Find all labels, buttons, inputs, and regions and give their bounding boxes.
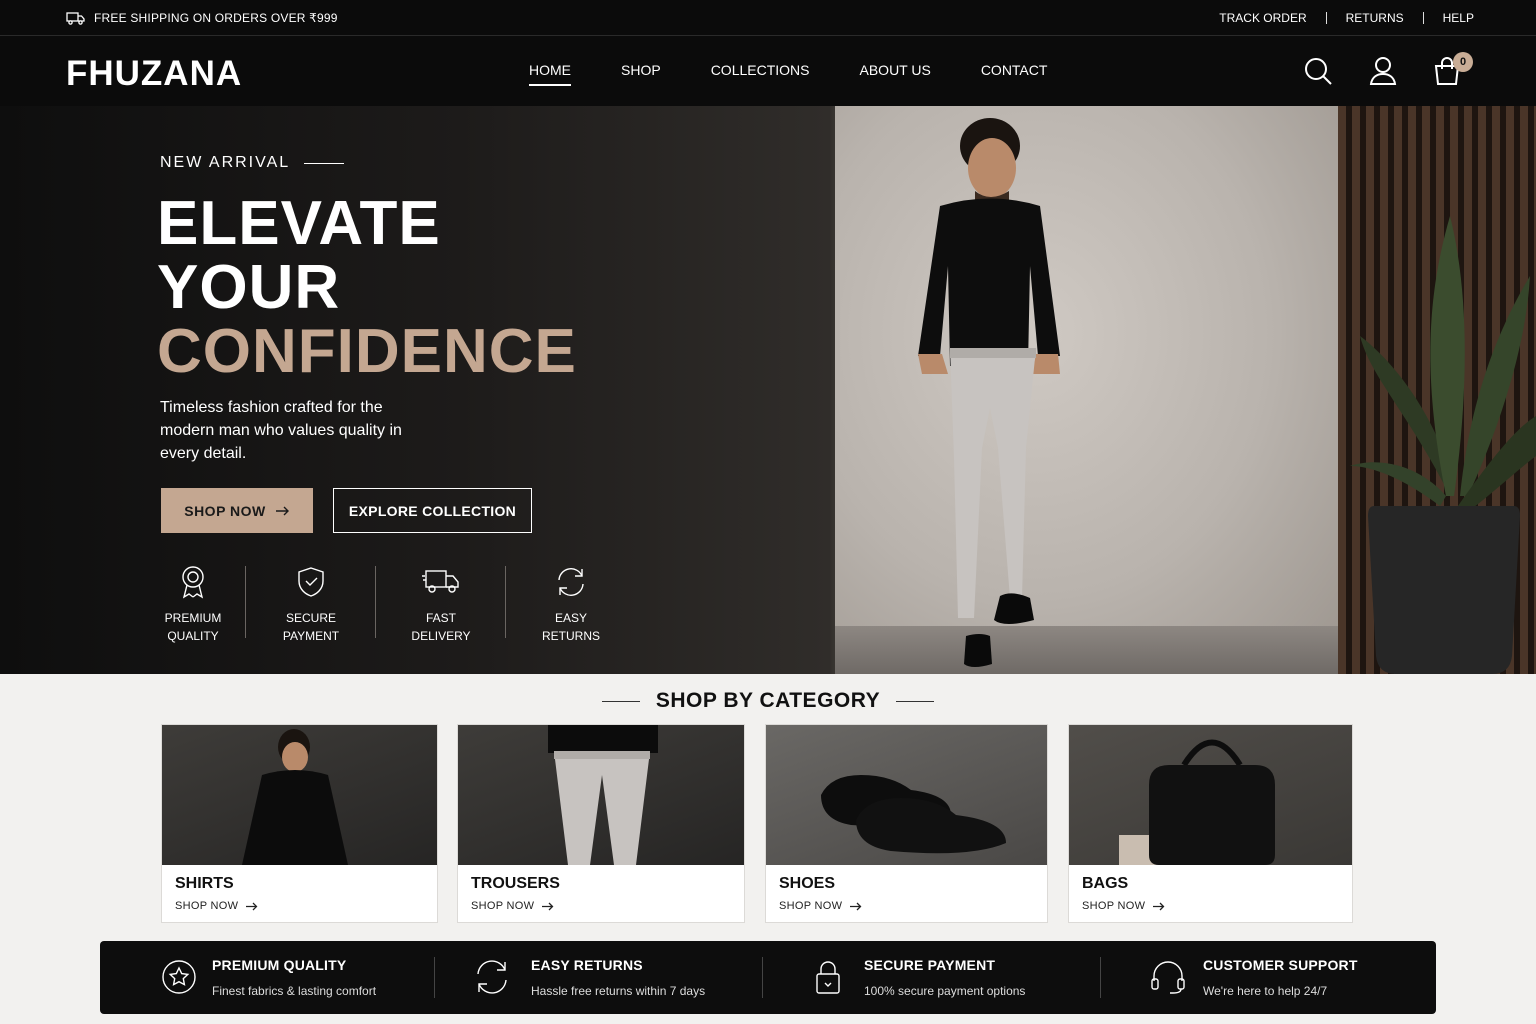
shop-now-link[interactable]: SHOP NOW (779, 900, 862, 912)
category-card-bags[interactable]: BAGS SHOP NOW (1068, 724, 1353, 923)
benefit-title: EASY RETURNS (531, 957, 643, 973)
trousers-image (458, 725, 744, 865)
feature-fast-delivery: FAST DELIVERY (376, 564, 506, 645)
feature-line-2: RETURNS (541, 629, 600, 643)
feature-easy-returns: EASY RETURNS (506, 564, 636, 645)
benefit-desc: Hassle free returns within 7 days (531, 984, 706, 998)
feature-line-2: PAYMENT (282, 629, 340, 643)
shipping-notice: FREE SHIPPING ON ORDERS OVER ₹999 (66, 11, 338, 25)
benefit-title: CUSTOMER SUPPORT (1203, 957, 1358, 973)
benefit-title: PREMIUM QUALITY (212, 957, 347, 973)
refresh-icon (558, 568, 584, 596)
shop-now-button[interactable]: SHOP NOW (161, 488, 313, 533)
benefit-title: SECURE PAYMENT (864, 957, 996, 973)
eyebrow-text: NEW ARRIVAL (160, 154, 291, 171)
nav-collections[interactable]: COLLECTIONS (711, 62, 810, 78)
title-rule-right (896, 700, 935, 702)
headline-line-2: YOUR (157, 253, 341, 322)
headset-icon (1151, 961, 1185, 994)
explore-collection-button[interactable]: EXPLORE COLLECTION (333, 488, 532, 533)
shirts-image (162, 725, 437, 865)
arrow-right-icon (246, 902, 258, 910)
returns-link[interactable]: RETURNS (1346, 11, 1404, 25)
shop-now-label: SHOP NOW (184, 502, 266, 519)
arrow-right-icon (542, 902, 554, 910)
search-icon[interactable] (1303, 56, 1333, 86)
cta-label: SHOP NOW (471, 900, 535, 912)
potted-plant-image (1350, 216, 1536, 674)
feature-line-1: PREMIUM (164, 611, 222, 625)
help-link[interactable]: HELP (1443, 11, 1474, 25)
lock-icon (816, 961, 840, 994)
feature-secure-payment: SECURE PAYMENT (246, 564, 376, 645)
benefit-premium-quality: PREMIUM QUALITY Finest fabrics & lasting… (100, 941, 434, 1014)
shop-now-link[interactable]: SHOP NOW (175, 900, 258, 912)
hero-eyebrow: NEW ARRIVAL (160, 154, 345, 172)
benefit-desc: Finest fabrics & lasting comfort (212, 984, 377, 998)
track-order-link[interactable]: TRACK ORDER (1219, 11, 1306, 25)
hero-banner: NEW ARRIVAL ELEVATE YOUR CONFIDENCE Time… (0, 106, 1536, 674)
refresh-icon (477, 960, 507, 994)
headline-line-1: ELEVATE (157, 189, 441, 258)
hero-model-image (918, 118, 1060, 667)
arrow-right-icon (850, 902, 862, 910)
cta-label: SHOP NOW (779, 900, 843, 912)
cta-label: SHOP NOW (175, 900, 239, 912)
arrow-right-icon (275, 506, 289, 515)
benefit-secure-payment: SECURE PAYMENT 100% secure payment optio… (762, 941, 1100, 1014)
headline-line-3: CONFIDENCE (157, 317, 577, 386)
feature-line-1: SECURE (285, 611, 336, 625)
cta-label: SHOP NOW (1082, 900, 1146, 912)
cart-count-badge: 0 (1453, 52, 1473, 72)
feature-line-1: FAST (425, 611, 456, 625)
feature-premium-quality: PREMIUM QUALITY (140, 564, 246, 645)
award-icon (182, 566, 204, 599)
category-title: SHOES (779, 875, 836, 892)
category-card-shoes[interactable]: SHOES SHOP NOW (765, 724, 1048, 923)
truck-icon (66, 11, 85, 25)
benefit-desc: We're here to help 24/7 (1203, 984, 1328, 998)
feature-line-2: DELIVERY (411, 629, 471, 643)
nav-about-us[interactable]: ABOUT US (860, 62, 931, 78)
category-title: SHIRTS (175, 875, 234, 892)
benefit-desc: 100% secure payment options (864, 984, 1026, 998)
divider (1325, 12, 1327, 24)
benefits-strip: PREMIUM QUALITY Finest fabrics & lasting… (100, 941, 1436, 1014)
benefit-easy-returns: EASY RETURNS Hassle free returns within … (434, 941, 762, 1014)
arrow-right-icon (1153, 902, 1165, 910)
shoes-image (766, 725, 1047, 865)
shop-now-link[interactable]: SHOP NOW (1082, 900, 1165, 912)
announcement-bar: FREE SHIPPING ON ORDERS OVER ₹999 TRACK … (0, 0, 1536, 36)
category-title-text: SHOP BY CATEGORY (655, 689, 881, 712)
category-title: BAGS (1082, 875, 1129, 892)
divider (1422, 12, 1424, 24)
shop-now-link[interactable]: SHOP NOW (471, 900, 554, 912)
category-title: TROUSERS (471, 875, 560, 892)
account-icon[interactable] (1368, 56, 1398, 86)
nav-shop[interactable]: SHOP (621, 62, 661, 78)
hero-subtext: Timeless fashion crafted for the modern … (160, 399, 402, 462)
eyebrow-rule (304, 162, 345, 164)
nav-home[interactable]: HOME (529, 62, 571, 86)
utility-links: TRACK ORDER RETURNS HELP (1219, 11, 1474, 25)
category-card-trousers[interactable]: TROUSERS SHOP NOW (457, 724, 745, 923)
shipping-text: FREE SHIPPING ON ORDERS OVER ₹999 (94, 11, 338, 25)
category-section-title: SHOP BY CATEGORY (0, 689, 1536, 713)
feature-line-2: QUALITY (167, 629, 219, 643)
truck-icon (422, 570, 459, 593)
category-card-shirts[interactable]: SHIRTS SHOP NOW (161, 724, 438, 923)
feature-line-1: EASY (554, 611, 587, 625)
brand-logo[interactable]: FHUZANA (66, 54, 242, 94)
nav-contact[interactable]: CONTACT (981, 62, 1048, 78)
explore-collection-label: EXPLORE COLLECTION (348, 502, 517, 519)
benefit-customer-support: CUSTOMER SUPPORT We're here to help 24/7 (1100, 941, 1436, 1014)
title-rule-left (601, 700, 640, 702)
star-badge-icon (162, 960, 196, 994)
hero-features: PREMIUM QUALITY SECURE PAYMENT FAST DELI… (140, 564, 636, 645)
shield-icon (298, 567, 324, 597)
hero-headline: ELEVATE YOUR CONFIDENCE (157, 192, 577, 384)
main-nav: HOME SHOP COLLECTIONS ABOUT US CONTACT (529, 62, 1097, 86)
bags-image (1069, 725, 1352, 865)
site-header: FHUZANA HOME SHOP COLLECTIONS ABOUT US C… (0, 36, 1536, 106)
